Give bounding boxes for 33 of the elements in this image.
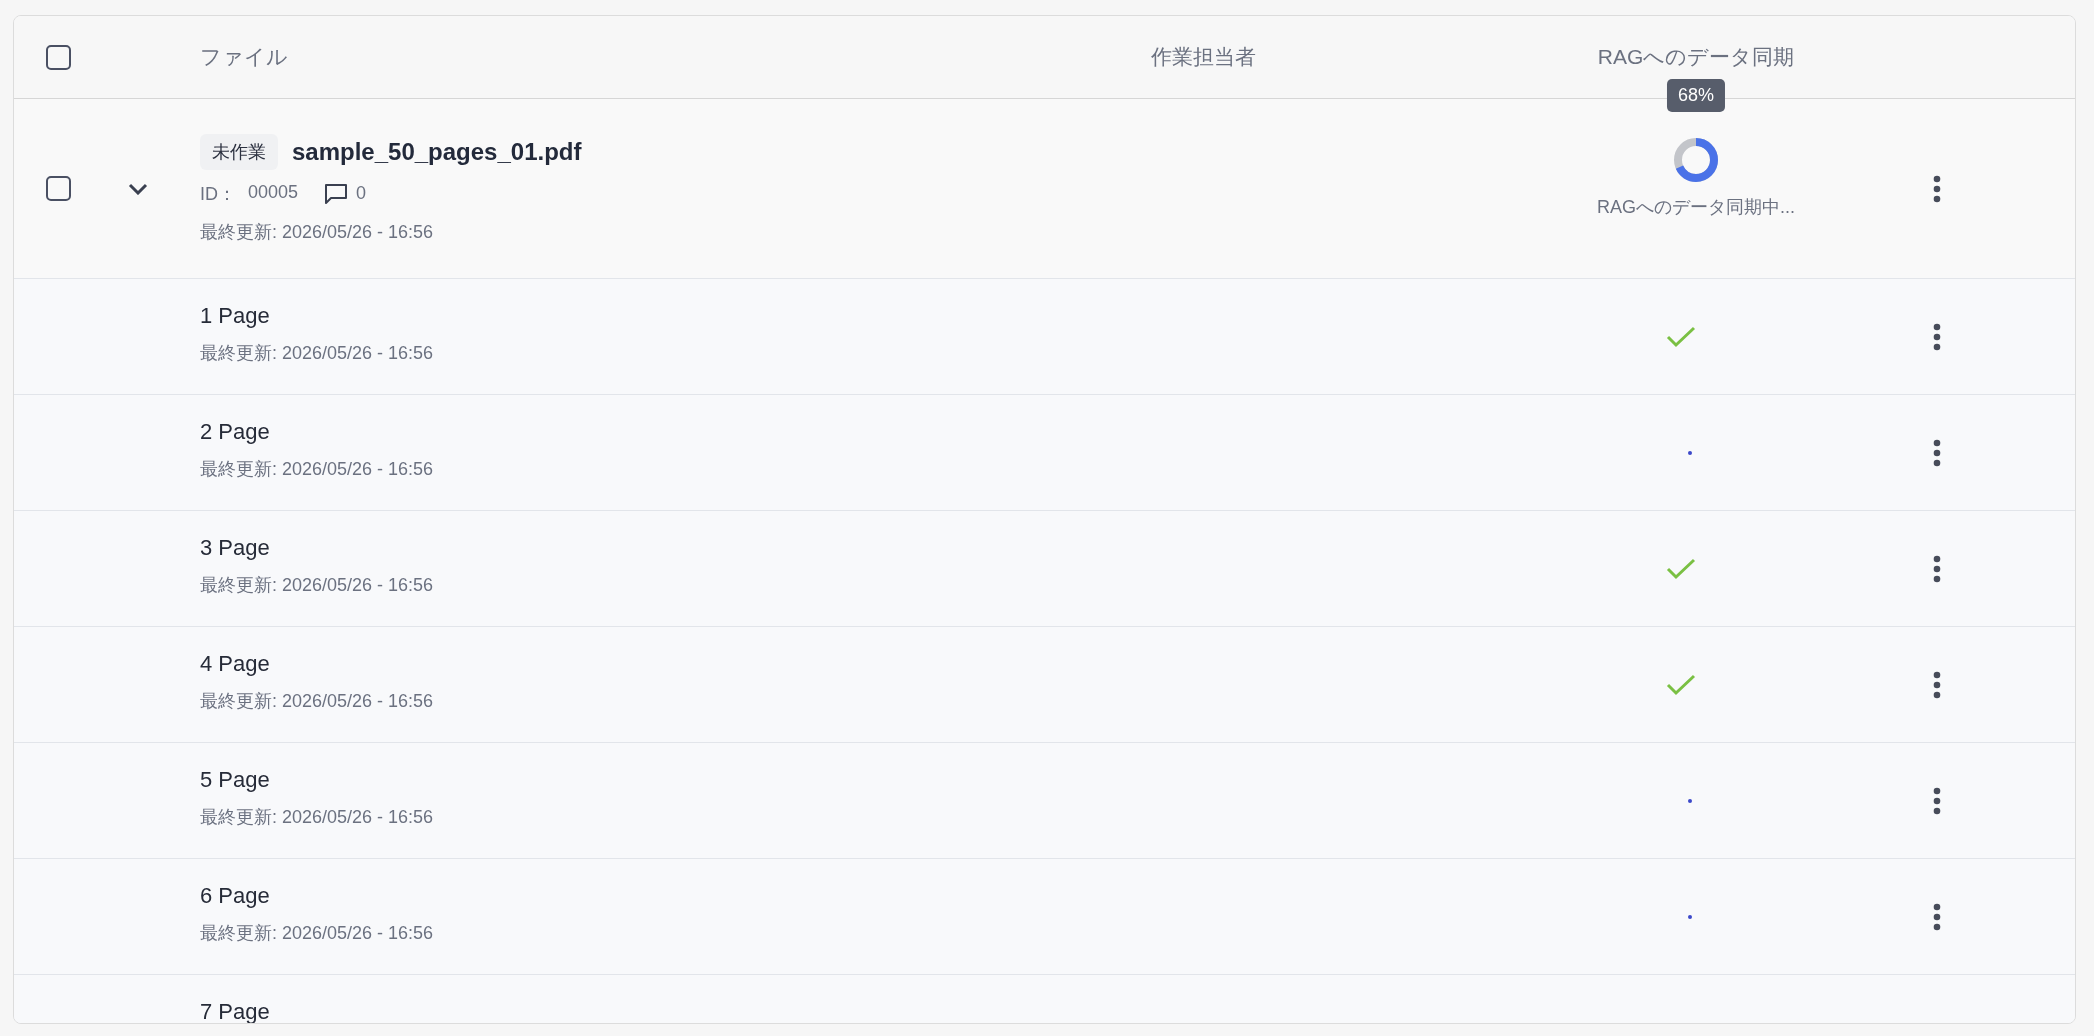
updated-time: 最終更新: 2026/05/26 - 16:56: [200, 690, 434, 713]
check-icon: [1666, 557, 1696, 580]
check-icon: [1666, 325, 1696, 348]
page-name: 3 Page: [200, 535, 270, 561]
updated-time: 最終更新: 2026/05/26 - 16:56: [200, 574, 434, 597]
updated-time: 最終更新: 2026/05/26 - 16:56: [200, 458, 434, 481]
progress-ring: [1673, 136, 1719, 183]
page-name: 6 Page: [200, 883, 270, 909]
sync-status-text: RAGへのデータ同期中...: [1597, 195, 1795, 219]
loading-dot-icon: [1688, 798, 1692, 803]
page-name: 7 Page: [200, 999, 270, 1023]
progress-tooltip: 68%: [1667, 78, 1725, 112]
page-name: 5 Page: [200, 767, 270, 793]
column-header: ファイル: [200, 44, 288, 70]
page-name: 1 Page: [200, 303, 270, 329]
column-header: 作業担当者: [1151, 44, 1256, 70]
status-tag: 未作業: [200, 133, 278, 170]
check-icon: [1666, 673, 1696, 696]
loading-dot-icon: [1688, 450, 1692, 455]
column-header: RAGへのデータ同期: [1597, 44, 1795, 70]
comment-count: 0: [356, 183, 367, 204]
page-name: 2 Page: [200, 419, 270, 445]
page-name: 4 Page: [200, 651, 270, 677]
loading-dot-icon: [1688, 914, 1692, 919]
comment-icon: [324, 182, 349, 205]
file-name: sample_50_pages_01.pdf: [292, 137, 582, 166]
updated-time: 最終更新: 2026/05/26 - 16:56: [200, 806, 434, 829]
updated-time: 最終更新: 2026/05/26 - 16:56: [200, 922, 434, 945]
select-all-checkbox[interactable]: [45, 44, 71, 70]
updated-time: 最終更新: 2026/05/26 - 16:56: [200, 220, 434, 244]
file-id: ID： 00005: [200, 181, 299, 206]
updated-time: 最終更新: 2026/05/26 - 16:56: [200, 342, 434, 365]
row-checkbox[interactable]: [45, 176, 71, 201]
